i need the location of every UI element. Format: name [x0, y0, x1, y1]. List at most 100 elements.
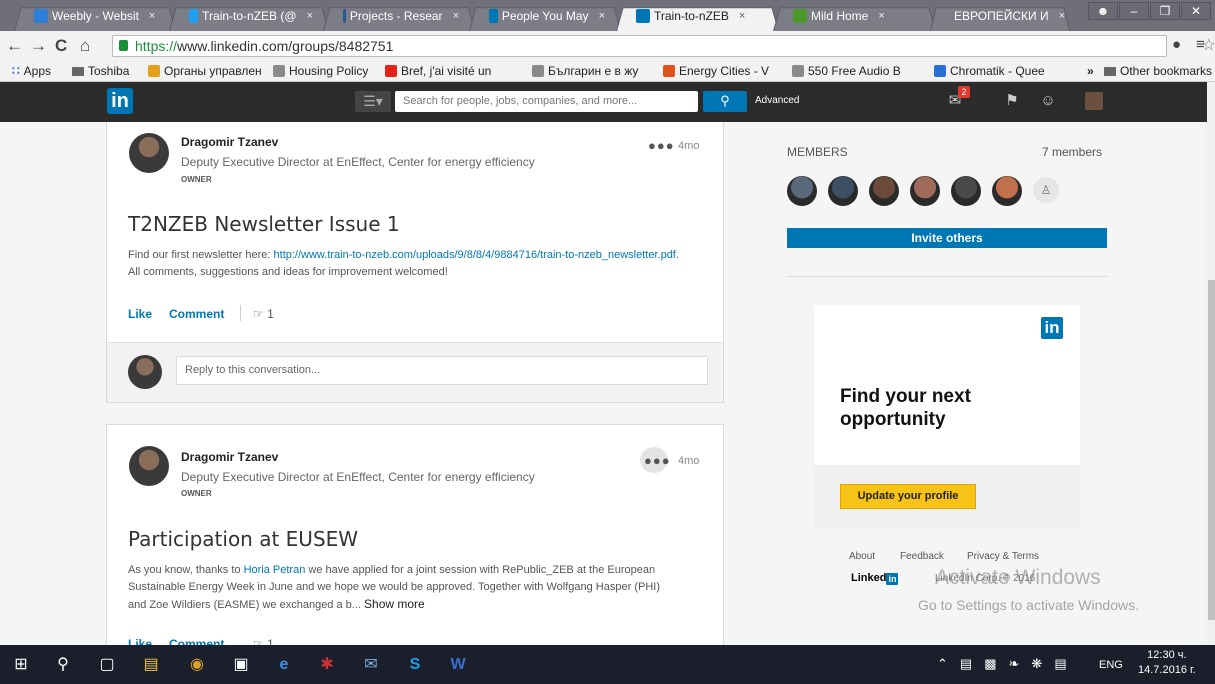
- windows-start-icon[interactable]: ⊞: [10, 654, 32, 676]
- member-avatar[interactable]: [992, 176, 1022, 206]
- bookmark-item[interactable]: 550 Free Audio B: [792, 61, 901, 81]
- reply-input[interactable]: Reply to this conversation...: [176, 356, 708, 385]
- add-member-icon[interactable]: ♙: [1033, 177, 1059, 203]
- bookmark-item[interactable]: »: [1087, 61, 1094, 81]
- dropbox-icon[interactable]: ❋: [1031, 656, 1042, 672]
- minimize-button[interactable]: –: [1119, 2, 1149, 20]
- network-icon[interactable]: ▤: [960, 656, 972, 672]
- chevron-up-icon[interactable]: ⌃: [937, 656, 948, 672]
- notifications-icon[interactable]: ▤: [1054, 656, 1066, 672]
- search-category-menu-icon[interactable]: ☰▾: [355, 91, 391, 112]
- reload-icon[interactable]: C: [55, 36, 67, 56]
- member-avatar[interactable]: [951, 176, 981, 206]
- tab-close-icon[interactable]: ×: [149, 5, 155, 27]
- browser-tab[interactable]: Weebly - Websit ×: [14, 5, 176, 31]
- extension-icon[interactable]: ●: [1172, 36, 1181, 53]
- tab-close-icon[interactable]: ×: [1059, 5, 1065, 27]
- bookmark-item[interactable]: Toshiba: [72, 61, 129, 81]
- search-icon[interactable]: ⚲: [52, 654, 74, 676]
- tab-close-icon[interactable]: ×: [878, 5, 884, 27]
- newsletter-link[interactable]: http://www.train-to-nzeb.com/uploads/9/8…: [274, 249, 676, 261]
- wifi-icon[interactable]: ❧: [1009, 656, 1020, 672]
- post-author[interactable]: Dragomir Tzanev: [181, 450, 278, 464]
- bookmark-item[interactable]: Българин е в жу: [532, 61, 638, 81]
- bookmark-label: 550 Free Audio B: [808, 64, 901, 78]
- address-bar[interactable]: https://www.linkedin.com/groups/8482751 …: [112, 35, 1215, 57]
- more-options-icon[interactable]: ●●●: [644, 453, 671, 468]
- language-flag-icon[interactable]: ✱: [316, 654, 338, 676]
- tab-close-icon[interactable]: ×: [739, 5, 745, 27]
- footer-about-link[interactable]: About: [849, 551, 875, 562]
- post-author[interactable]: Dragomir Tzanev: [181, 135, 278, 149]
- bookmark-label: Bref, j'ai visité un: [401, 64, 492, 78]
- close-window-button[interactable]: ✕: [1181, 2, 1211, 20]
- browser-tab[interactable]: Mild Home ×: [773, 5, 936, 31]
- footer-feedback-link[interactable]: Feedback: [900, 551, 944, 562]
- bookmark-item[interactable]: ∷ Apps: [12, 61, 51, 81]
- menu-icon[interactable]: ≡: [1196, 36, 1205, 53]
- member-avatar[interactable]: [787, 176, 817, 206]
- search-button[interactable]: ⚲: [703, 91, 747, 112]
- author-avatar[interactable]: [129, 446, 169, 486]
- comment-button[interactable]: Comment: [169, 637, 224, 645]
- bookmark-item[interactable]: Bref, j'ai visité un: [385, 61, 491, 81]
- file-explorer-icon[interactable]: ▤: [140, 654, 162, 676]
- tab-close-icon[interactable]: ×: [307, 5, 313, 27]
- display-icon[interactable]: ▩: [984, 656, 996, 672]
- like-count-value: 1: [267, 307, 274, 321]
- browser-tab[interactable]: Projects - Resear ×: [323, 5, 475, 31]
- browser-tab[interactable]: ЕВРОПЕЙСКИ И ×: [930, 5, 1070, 31]
- store-icon[interactable]: ▣: [230, 654, 252, 676]
- add-connection-icon[interactable]: ☺: [1039, 92, 1057, 110]
- post-title[interactable]: T2NZEB Newsletter Issue 1: [128, 212, 400, 236]
- update-profile-button[interactable]: Update your profile: [840, 484, 976, 509]
- mention-link[interactable]: Horia Petran: [244, 564, 306, 576]
- scrollbar-thumb[interactable]: [1208, 280, 1215, 620]
- maximize-button[interactable]: ❐: [1150, 2, 1180, 20]
- bookmark-item[interactable]: Housing Policy: [273, 61, 368, 81]
- user-icon[interactable]: ☻: [1088, 2, 1118, 20]
- mail-app-icon[interactable]: ✉: [360, 654, 382, 676]
- profile-avatar[interactable]: [1085, 92, 1103, 110]
- tab-close-icon[interactable]: ×: [599, 5, 605, 27]
- linkedin-header: in ☰▾ Search for people, jobs, companies…: [0, 82, 1207, 122]
- comment-button[interactable]: Comment: [169, 307, 224, 321]
- advanced-search-link[interactable]: Advanced: [755, 95, 799, 106]
- author-headline: Deputy Executive Director at EnEffect, C…: [181, 155, 535, 169]
- footer-privacy-link[interactable]: Privacy & Terms: [967, 551, 1039, 562]
- back-arrow-icon[interactable]: ←: [6, 36, 23, 56]
- browser-tab[interactable]: Train-to-nZEB ×: [616, 5, 779, 31]
- skype-icon[interactable]: S: [404, 654, 426, 676]
- home-icon[interactable]: ⌂: [80, 36, 90, 56]
- members-count[interactable]: 7 members: [1042, 145, 1102, 159]
- search-input[interactable]: Search for people, jobs, companies, and …: [395, 91, 698, 112]
- advertisement[interactable]: in Find your next opportunity Update you…: [814, 305, 1080, 528]
- edge-icon[interactable]: e: [273, 654, 295, 676]
- task-view-icon[interactable]: ▢: [96, 654, 118, 676]
- post-title[interactable]: Participation at EUSEW: [128, 527, 358, 551]
- forward-arrow-icon[interactable]: →: [30, 36, 47, 56]
- like-button[interactable]: Like: [128, 637, 152, 645]
- my-avatar: [128, 355, 162, 389]
- more-options-icon[interactable]: ●●●: [648, 138, 675, 153]
- browser-tab[interactable]: Train-to-nZEB (@ ×: [169, 5, 329, 31]
- flag-icon[interactable]: ⚑: [1003, 92, 1021, 110]
- show-more-link[interactable]: Show more: [364, 597, 425, 611]
- bookmark-item[interactable]: Chromatik - Quee: [934, 61, 1045, 81]
- linkedin-logo[interactable]: in: [107, 88, 133, 114]
- bookmark-item[interactable]: Органы управлен: [148, 61, 262, 81]
- bookmark-item[interactable]: Other bookmarks: [1104, 61, 1212, 81]
- member-avatar[interactable]: [910, 176, 940, 206]
- member-avatar[interactable]: [869, 176, 899, 206]
- tab-close-icon[interactable]: ×: [453, 5, 459, 27]
- author-avatar[interactable]: [129, 133, 169, 173]
- chrome-icon[interactable]: ◉: [186, 654, 208, 676]
- browser-tab[interactable]: People You May ×: [469, 5, 621, 31]
- word-icon[interactable]: W: [447, 654, 469, 676]
- input-language[interactable]: ENG: [1099, 659, 1123, 671]
- member-avatar[interactable]: [828, 176, 858, 206]
- system-clock[interactable]: 12:30 ч. 14.7.2016 г.: [1138, 648, 1196, 678]
- invite-others-button[interactable]: Invite others: [787, 228, 1107, 248]
- like-button[interactable]: Like: [128, 307, 152, 321]
- bookmark-item[interactable]: Energy Cities - V: [663, 61, 769, 81]
